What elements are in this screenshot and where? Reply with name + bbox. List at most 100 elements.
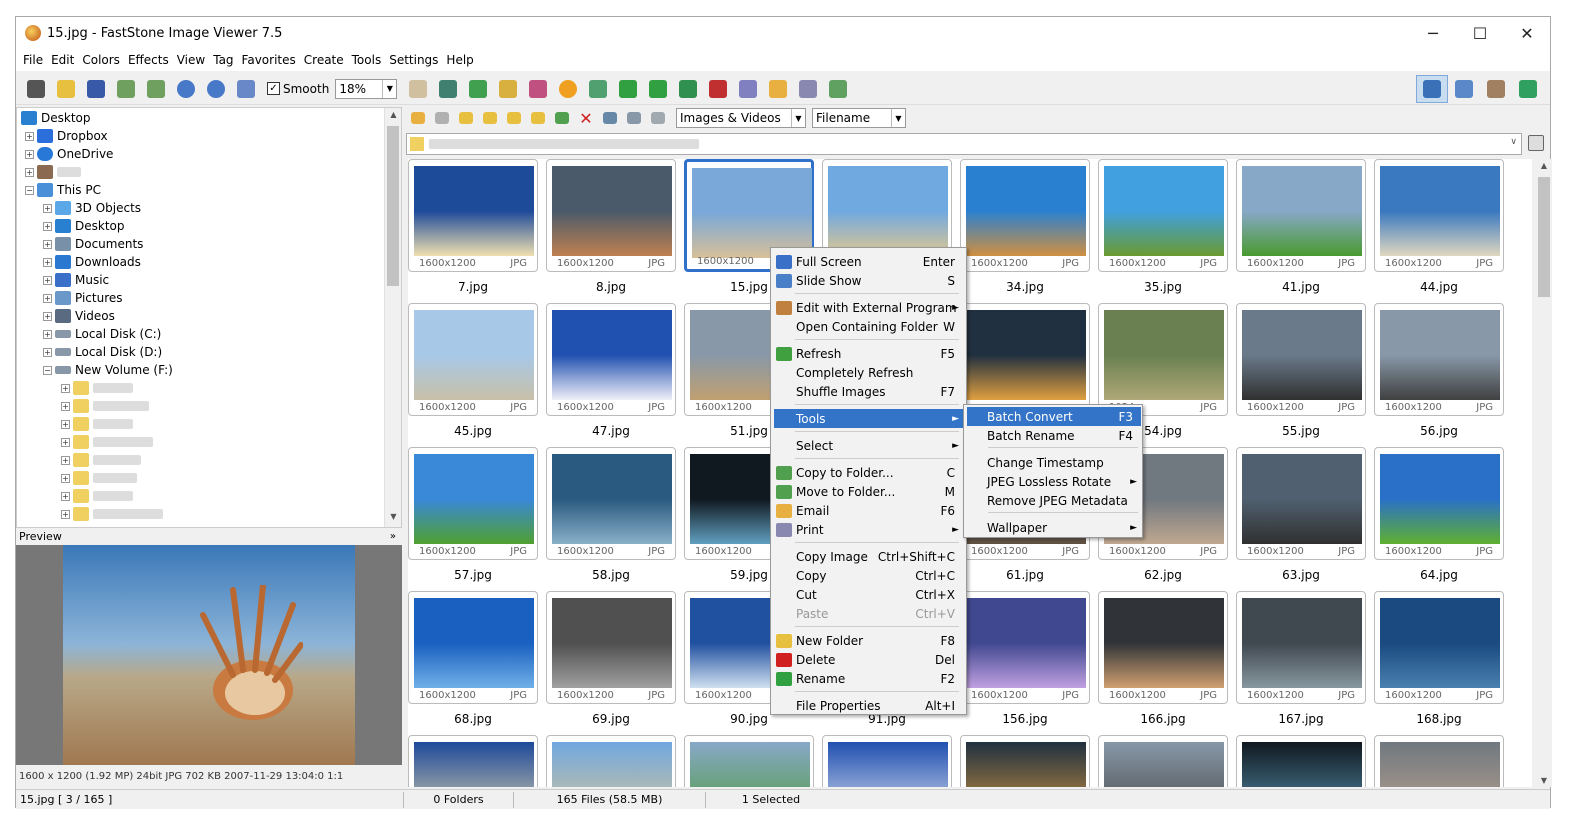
menu-edit[interactable]: Edit [47, 53, 78, 67]
thumbnail-card[interactable]: 1600x1200 JPG [546, 447, 676, 560]
tree-item-videos[interactable]: + Videos [43, 307, 115, 325]
copy-to-button[interactable] [526, 104, 550, 132]
thumbnail-filename[interactable]: 69.jpg [546, 712, 676, 726]
thumbnail-card[interactable]: 1600x1200 JPG [1098, 591, 1228, 704]
thumbnail-card[interactable]: 1600x1200 JPG [546, 591, 676, 704]
expand-icon[interactable]: + [43, 293, 52, 303]
expand-icon[interactable]: + [61, 383, 70, 393]
menu-help[interactable]: Help [442, 53, 477, 67]
menu-item-delete[interactable]: Delete Del [774, 650, 963, 669]
thumbnail-card[interactable]: 1600x1200 JPG [408, 159, 538, 272]
previous-button[interactable] [111, 75, 141, 103]
view-thumbs-button[interactable] [598, 104, 622, 132]
thumbnail-card[interactable]: 1600x1200 JPG [960, 159, 1090, 272]
hand-tool-button[interactable] [403, 75, 433, 103]
menu-tools[interactable]: Tools [348, 53, 386, 67]
submenu-item-batch-rename[interactable]: Batch Rename F4 [967, 426, 1141, 445]
actual-size-button[interactable] [231, 75, 261, 103]
menu-item-select[interactable]: Select ► [774, 436, 963, 455]
menu-item-move-to-folder[interactable]: Move to Folder... M [774, 482, 963, 501]
thumbnail-filename[interactable]: 47.jpg [546, 424, 676, 438]
sort-select[interactable]: Filename ▼ [812, 108, 906, 128]
thumbnail-card[interactable]: 1600x1200 JPG [960, 591, 1090, 704]
thumbnail-filename[interactable]: 58.jpg [546, 568, 676, 582]
expand-icon[interactable]: + [61, 455, 70, 465]
grid-scrollbar[interactable]: ▲ ▼ [1536, 159, 1552, 787]
expand-icon[interactable]: + [43, 275, 52, 285]
tree-item-folder[interactable]: + [61, 505, 163, 523]
thumbnail-filename[interactable]: 167.jpg [1236, 712, 1366, 726]
menu-item-open-folder[interactable]: Open Containing Folder W [774, 317, 963, 336]
thumbnail-filename[interactable]: 166.jpg [1098, 712, 1228, 726]
menu-item-full-screen[interactable]: Full Screen Enter [774, 252, 963, 271]
email-button[interactable] [763, 75, 793, 103]
menu-item-copy-image[interactable]: Copy Image Ctrl+Shift+C [774, 547, 963, 566]
tree-item-pictures[interactable]: + Pictures [43, 289, 123, 307]
menu-create[interactable]: Create [300, 53, 348, 67]
tree-item-folder[interactable]: + [61, 487, 133, 505]
menu-settings[interactable]: Settings [385, 53, 442, 67]
scroll-thumb[interactable] [387, 126, 399, 286]
menu-favorites[interactable]: Favorites [238, 53, 300, 67]
layout-browser-button[interactable] [1416, 75, 1448, 103]
thumbnail-card[interactable]: 1600x1200 JPG [1236, 447, 1366, 560]
minimize-button[interactable]: ─ [1410, 17, 1456, 49]
fullscreen-button[interactable] [1512, 75, 1544, 103]
tree-item-this-pc[interactable]: − This PC [25, 181, 101, 199]
expand-icon[interactable]: + [43, 239, 52, 249]
expand-icon[interactable]: + [25, 149, 34, 159]
camera-button[interactable] [21, 75, 51, 103]
zoom-in-button[interactable] [171, 75, 201, 103]
collapse-icon[interactable]: − [25, 185, 34, 195]
settings-button[interactable] [823, 75, 853, 103]
tree-item-new-volume-f[interactable]: − New Volume (F:) [43, 361, 173, 379]
canvas-button[interactable] [493, 75, 523, 103]
menu-item-slide-show[interactable]: Slide Show S [774, 271, 963, 290]
tree-item-user[interactable]: + [25, 163, 81, 181]
expand-icon[interactable]: + [61, 437, 70, 447]
draw-button[interactable] [733, 75, 763, 103]
rotate-left-button[interactable] [613, 75, 643, 103]
thumbnail-card[interactable]: 1600x1200 JPG [1374, 159, 1504, 272]
collapse-icon[interactable]: − [43, 365, 52, 375]
thumbnail-filename[interactable]: 45.jpg [408, 424, 538, 438]
tree-item-folder[interactable]: + [61, 451, 141, 469]
thumbnail-card[interactable]: 1600x1200 JPG [408, 447, 538, 560]
expand-icon[interactable]: + [25, 131, 34, 141]
menu-colors[interactable]: Colors [78, 53, 124, 67]
menu-tag[interactable]: Tag [209, 53, 237, 67]
menu-item-completely-refresh[interactable]: Completely Refresh [774, 363, 963, 382]
thumbnail-filename[interactable]: 62.jpg [1098, 568, 1228, 582]
close-button[interactable]: ✕ [1504, 17, 1550, 49]
tree-item-folder[interactable]: + [61, 397, 149, 415]
thumbnail-card[interactable]: 1600x1200 JPG [1374, 591, 1504, 704]
menu-item-refresh[interactable]: Refresh F5 [774, 344, 963, 363]
crop-button[interactable] [463, 75, 493, 103]
tree-item-dropbox[interactable]: + Dropbox [25, 127, 108, 145]
thumbnail-filename[interactable]: 156.jpg [960, 712, 1090, 726]
thumbnail-filename[interactable]: 55.jpg [1236, 424, 1366, 438]
expand-icon[interactable]: + [43, 347, 52, 357]
menu-item-new-folder[interactable]: New Folder F8 [774, 631, 963, 650]
menu-item-edit-external[interactable]: Edit with External Program ► [774, 298, 963, 317]
layout-thumb-button[interactable] [1448, 75, 1480, 103]
scroll-up-icon[interactable]: ▲ [385, 110, 401, 124]
tree-item-folder[interactable]: + [61, 469, 137, 487]
menu-item-cut[interactable]: Cut Ctrl+X [774, 585, 963, 604]
collapse-chevron-icon[interactable]: » [390, 531, 396, 542]
favorites-button[interactable] [478, 104, 502, 132]
expand-icon[interactable]: + [43, 203, 52, 213]
thumbnail-card[interactable]: 1600x1200 JPG [1374, 447, 1504, 560]
thumbnail-card[interactable] [684, 735, 814, 787]
menu-item-copy-to-folder[interactable]: Copy to Folder... C [774, 463, 963, 482]
save-button[interactable] [81, 75, 111, 103]
print-button[interactable] [793, 75, 823, 103]
menu-item-paste[interactable]: Paste Ctrl+V [774, 604, 963, 623]
menu-item-email[interactable]: Email F6 [774, 501, 963, 520]
thumbnail-card[interactable] [408, 735, 538, 787]
scroll-up-icon[interactable]: ▲ [1536, 161, 1552, 170]
menu-item-copy[interactable]: Copy Ctrl+C [774, 566, 963, 585]
scroll-thumb[interactable] [1538, 177, 1550, 297]
thumbnail-filename[interactable]: 64.jpg [1374, 568, 1504, 582]
thumbnail-card[interactable] [1098, 735, 1228, 787]
